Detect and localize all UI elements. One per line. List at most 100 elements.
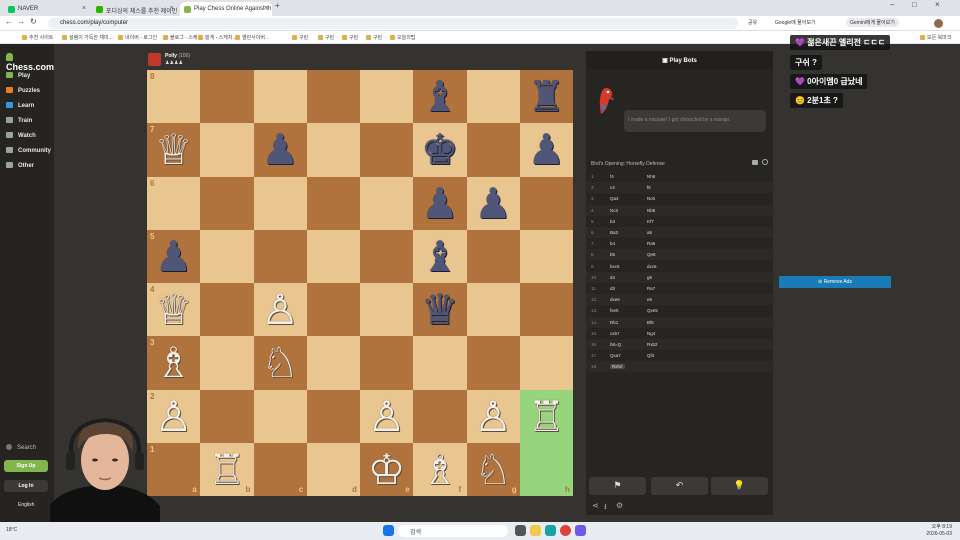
- square-d7[interactable]: [306, 123, 360, 177]
- bookmark-item[interactable]: 네이버 - 로그인: [118, 34, 157, 41]
- taskbar-search[interactable]: 검색: [398, 525, 508, 537]
- white-move[interactable]: c4: [610, 185, 615, 190]
- white-move[interactable]: Nc3: [610, 208, 618, 213]
- square-h3[interactable]: [519, 336, 573, 390]
- back-icon[interactable]: ←: [5, 17, 13, 26]
- browser-tab-naver[interactable]: NAVER ×: [4, 2, 90, 16]
- white-move[interactable]: bxc6: [610, 264, 620, 269]
- taskview-icon[interactable]: [515, 525, 526, 536]
- white-move[interactable]: Qa4: [610, 196, 619, 201]
- white-piece-g2[interactable]: ♙: [467, 390, 520, 443]
- square-g8[interactable]: [466, 70, 520, 124]
- nav-search[interactable]: Search: [6, 444, 36, 451]
- chess-board[interactable]: 8 7 6 5 4 3 2 1 a b c d e f g h ♝ ♜ ♕ ♟ ♚ ♟ ♟ ♟ ♟ ♝ ♕ ♙ ♛ ♗ ♘ ♙ ♙ ♙ ♖ ♖ ♔ ♗ ♘: [147, 70, 573, 496]
- square-e3[interactable]: [360, 336, 414, 390]
- black-move[interactable]: Qe8: [647, 252, 656, 257]
- white-move[interactable]: Qxa7: [610, 353, 621, 358]
- chesscom-logo[interactable]: Chess.com: [6, 52, 54, 72]
- white-move[interactable]: fxe5: [610, 308, 619, 313]
- black-piece-h8[interactable]: ♜: [520, 70, 573, 123]
- square-f3[interactable]: [413, 336, 467, 390]
- white-piece-a3[interactable]: ♗: [147, 336, 200, 389]
- all-bookmarks[interactable]: 모든 북마크: [920, 34, 951, 41]
- book-icon[interactable]: [752, 160, 758, 165]
- nav-other[interactable]: Other: [6, 162, 34, 169]
- download-icon[interactable]: ⭳: [604, 501, 607, 515]
- square-h6[interactable]: [519, 176, 573, 230]
- share-icon[interactable]: ⋖: [592, 501, 599, 510]
- white-move[interactable]: b5: [610, 252, 615, 257]
- white-piece-e1[interactable]: ♔: [360, 443, 413, 496]
- black-piece-a5[interactable]: ♟: [147, 230, 200, 283]
- square-b5[interactable]: [200, 229, 254, 283]
- white-piece-c4[interactable]: ♙: [254, 283, 307, 336]
- square-b4[interactable]: [200, 283, 254, 337]
- white-move[interactable]: b3: [610, 219, 615, 224]
- explorer-icon[interactable]: [530, 525, 541, 536]
- square-e7[interactable]: [360, 123, 414, 177]
- maximize-icon[interactable]: □: [912, 0, 917, 9]
- black-piece-f6[interactable]: ♟: [413, 177, 466, 230]
- square-b7[interactable]: [200, 123, 254, 177]
- square-d3[interactable]: [306, 336, 360, 390]
- black-move[interactable]: Qxe5: [647, 308, 658, 313]
- square-b2[interactable]: [200, 389, 254, 443]
- white-move[interactable]: d4: [610, 275, 615, 280]
- bookmark-item[interactable]: 열린사이버...: [235, 34, 269, 41]
- language-selector[interactable]: English: [18, 502, 34, 508]
- black-move[interactable]: Ng4: [647, 331, 655, 336]
- square-e5[interactable]: [360, 229, 414, 283]
- white-piece-h2[interactable]: ♖: [520, 390, 573, 443]
- black-piece-f7[interactable]: ♚: [413, 123, 466, 176]
- reload-icon[interactable]: ↻: [30, 17, 37, 26]
- white-move[interactable]: Ba3: [610, 230, 618, 235]
- bookmark-item[interactable]: 오늘의팁: [390, 34, 415, 41]
- signup-button[interactable]: Sign Up: [4, 460, 48, 472]
- gemini-button[interactable]: Gemini에게 물어보기: [846, 18, 899, 27]
- black-piece-f8[interactable]: ♝: [413, 70, 466, 123]
- bookmark-item[interactable]: 빌게 - 스케치...: [198, 34, 237, 41]
- chrome-icon[interactable]: [560, 525, 571, 536]
- nav-play[interactable]: Play: [6, 72, 30, 79]
- square-d2[interactable]: [306, 389, 360, 443]
- system-clock[interactable]: 오후 8:19 2026-05-03: [926, 524, 952, 538]
- browser-tab-recommend[interactable]: 포디싱의 체스를 추천 제이민 ×: [92, 2, 178, 16]
- settings-icon[interactable]: ⚙: [616, 501, 623, 510]
- resign-flag-button[interactable]: ⚑: [589, 477, 646, 495]
- app-icon[interactable]: [575, 525, 586, 536]
- browser-tab-chess[interactable]: Play Chess Online Against th ×: [180, 2, 272, 16]
- square-a6[interactable]: [147, 176, 201, 230]
- black-move[interactable]: a5: [647, 230, 652, 235]
- black-move[interactable]: Ra7: [647, 286, 655, 291]
- black-move[interactable]: Nc6: [647, 196, 655, 201]
- black-move[interactable]: Bf5: [647, 320, 654, 325]
- black-piece-g6[interactable]: ♟: [467, 177, 520, 230]
- square-e4[interactable]: [360, 283, 414, 337]
- bookmark-item[interactable]: 구린: [318, 34, 334, 41]
- close-tab-icon[interactable]: ×: [170, 5, 174, 12]
- white-piece-c3[interactable]: ♘: [254, 336, 307, 389]
- black-move[interactable]: Nb8: [647, 208, 655, 213]
- nav-community[interactable]: Community: [6, 147, 51, 154]
- black-move[interactable]: Rxb2: [647, 342, 658, 347]
- black-piece-c7[interactable]: ♟: [254, 123, 307, 176]
- white-move[interactable]: b4: [610, 241, 615, 246]
- square-g4[interactable]: [466, 283, 520, 337]
- white-move[interactable]: dxe6: [610, 297, 620, 302]
- url-input[interactable]: chess.com/play/computer: [48, 18, 738, 29]
- black-piece-h7[interactable]: ♟: [520, 123, 573, 176]
- white-piece-b1[interactable]: ♖: [200, 443, 253, 496]
- black-move[interactable]: f6: [647, 185, 651, 190]
- white-piece-e2[interactable]: ♙: [360, 390, 413, 443]
- white-move[interactable]: Rb1: [610, 320, 618, 325]
- square-b3[interactable]: [200, 336, 254, 390]
- white-piece-a7[interactable]: ♕: [147, 123, 200, 176]
- login-button[interactable]: Log In: [4, 480, 48, 492]
- black-move[interactable]: e5: [647, 297, 652, 302]
- close-tab-icon[interactable]: ×: [82, 5, 86, 12]
- bookmark-item[interactable]: 구린: [342, 34, 358, 41]
- black-move[interactable]: g6: [647, 275, 652, 280]
- square-c5[interactable]: [253, 229, 307, 283]
- square-d8[interactable]: [306, 70, 360, 124]
- square-f2[interactable]: [413, 389, 467, 443]
